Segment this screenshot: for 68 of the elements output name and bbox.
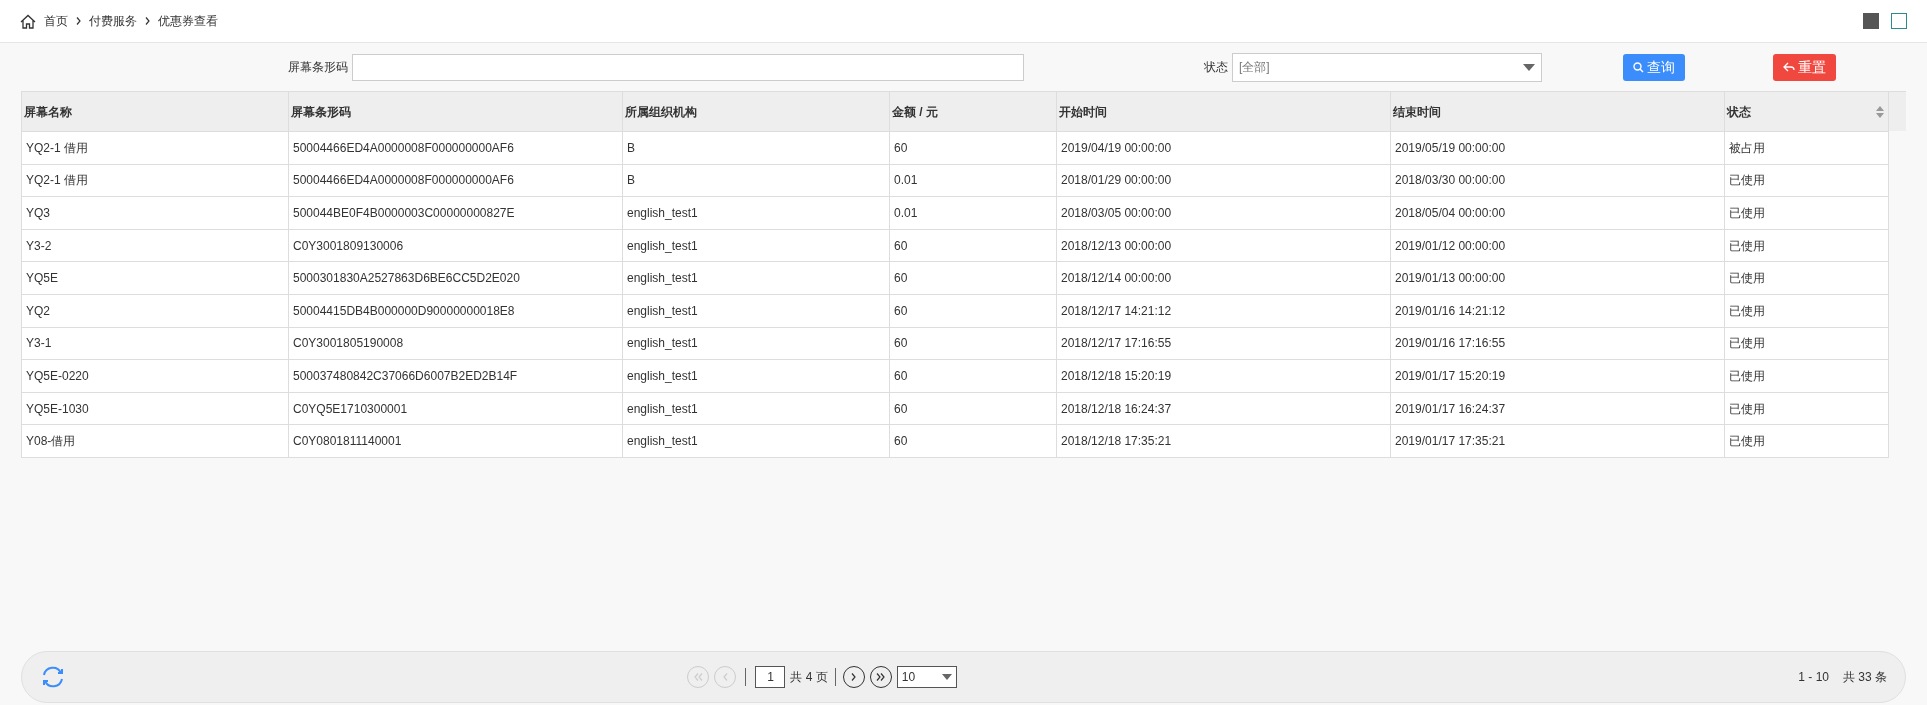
chevron-icon <box>145 17 150 25</box>
breadcrumb-link[interactable]: 付费服务 <box>89 12 137 30</box>
barcode-input[interactable] <box>352 53 1024 81</box>
table-cell: 被占用 <box>1724 132 1889 164</box>
table-cell: 2019/04/19 00:00:00 <box>1056 132 1390 164</box>
table-cell: 已使用 <box>1724 360 1889 392</box>
search-icon <box>1633 61 1644 73</box>
table-cell: 500037480842C37066D6007B2ED2B14F <box>288 360 622 392</box>
chevron-icon <box>722 673 728 681</box>
table-cell: 2019/01/17 15:20:19 <box>1390 360 1724 392</box>
back-arrow-icon <box>1783 61 1795 73</box>
table-cell: 已使用 <box>1724 197 1889 229</box>
table-cell: 5000301830A2527863D6BE6CC5D2E020 <box>288 262 622 294</box>
table-cell: 2018/12/17 14:21:12 <box>1056 294 1390 327</box>
table-cell: english_test1 <box>622 197 889 229</box>
table-cell: YQ5E-0220 <box>21 360 288 392</box>
home-icon <box>20 13 36 29</box>
table-cell: 2018/05/04 00:00:00 <box>1390 197 1724 229</box>
sort-icon[interactable] <box>1876 105 1884 118</box>
caret-icon <box>1523 63 1535 71</box>
table-cell: 2018/12/18 17:35:21 <box>1056 425 1390 457</box>
table-cell: english_test1 <box>622 360 889 392</box>
record-total: 共 33 条 <box>1843 669 1887 686</box>
table-cell: 500044BE0F4B0000003C00000000827E <box>288 197 622 229</box>
table-cell: 60 <box>889 425 1056 457</box>
table-cell: 2018/03/05 00:00:00 <box>1056 197 1390 229</box>
table-cell: 2019/01/17 17:35:21 <box>1390 425 1724 457</box>
status-select[interactable]: [全部] <box>1232 52 1542 82</box>
table-cell: YQ3 <box>21 197 288 229</box>
table-cell: YQ2 <box>21 294 288 327</box>
table-cell: YQ2-1 借用 <box>21 132 288 164</box>
reset-button[interactable]: 重置 <box>1773 53 1836 81</box>
page-size-select[interactable]: 10 <box>896 666 957 688</box>
table-cell: 已使用 <box>1724 262 1889 294</box>
table-cell: english_test1 <box>622 294 889 327</box>
chevron-icon <box>76 17 81 25</box>
table-cell: 60 <box>889 294 1056 327</box>
caret-icon <box>941 674 952 680</box>
table-cell: YQ5E <box>21 262 288 294</box>
table-cell: 2019/01/13 00:00:00 <box>1390 262 1724 294</box>
double-chevron-icon <box>876 673 886 681</box>
table-cell: 60 <box>889 132 1056 164</box>
table-cell: 2018/12/14 00:00:00 <box>1056 262 1390 294</box>
table-cell: 60 <box>889 360 1056 392</box>
table-cell: Y08-借用 <box>21 425 288 457</box>
chevron-icon <box>851 673 857 681</box>
table-cell: 0.01 <box>889 197 1056 229</box>
page-input[interactable]: 1 <box>755 666 786 688</box>
table-cell: english_test1 <box>622 262 889 294</box>
table-cell: 60 <box>889 262 1056 294</box>
field-label: 屏幕条形码 <box>288 59 348 76</box>
table-cell: 50004466ED4A0000008F000000000AF6 <box>288 132 622 164</box>
table-cell: 2019/01/16 14:21:12 <box>1390 294 1724 327</box>
record-range: 1 - 10 <box>1798 669 1829 686</box>
outline-square-icon[interactable] <box>1891 13 1907 29</box>
table-cell: 已使用 <box>1724 294 1889 327</box>
table-cell: 2018/12/18 15:20:19 <box>1056 360 1390 392</box>
table-cell: 50004415DB4B000000D90000000018E8 <box>288 294 622 327</box>
table-cell: 2019/05/19 00:00:00 <box>1390 132 1724 164</box>
field-label: 状态 <box>1204 59 1228 76</box>
refresh-icon[interactable] <box>40 665 66 689</box>
table-cell: 已使用 <box>1724 425 1889 457</box>
table-cell: B <box>622 132 889 164</box>
breadcrumb-link[interactable]: 首页 <box>44 12 68 30</box>
total-pages: 共 4 页 <box>790 669 828 686</box>
table-cell: english_test1 <box>622 425 889 457</box>
table-cell: C0Y0801811140001 <box>288 425 622 457</box>
double-chevron-icon <box>693 673 703 681</box>
